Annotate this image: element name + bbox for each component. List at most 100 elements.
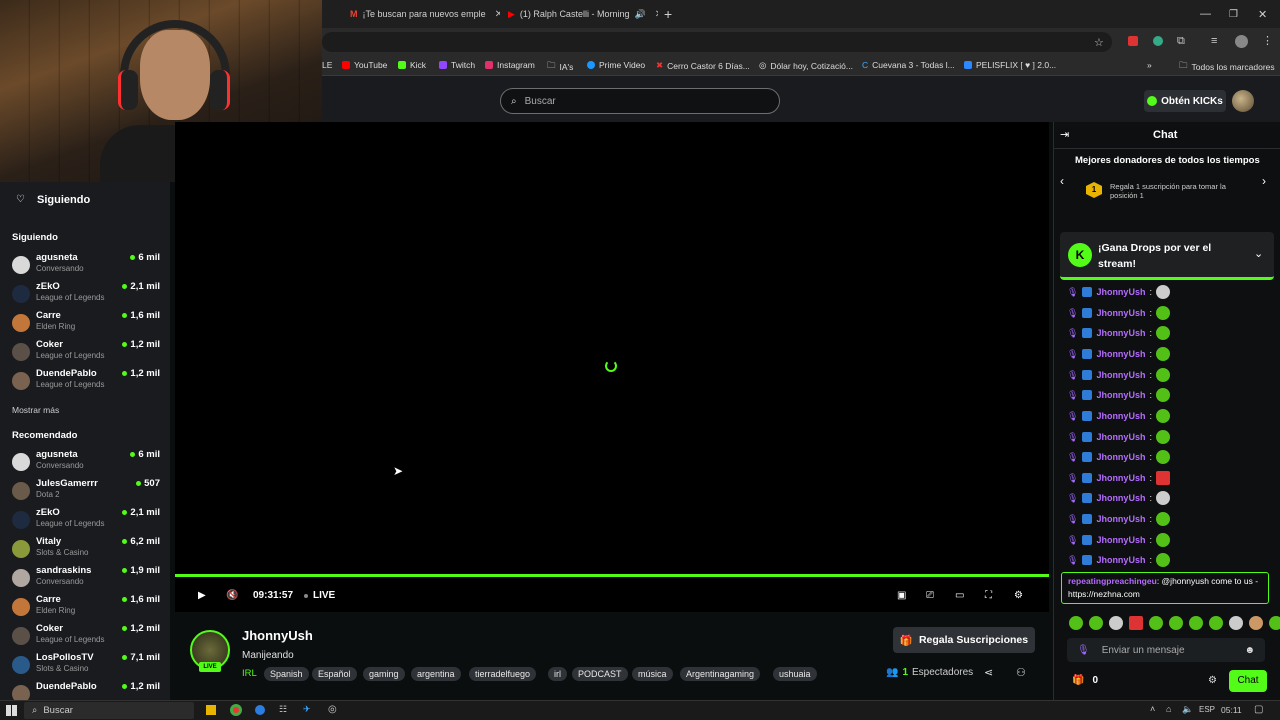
audio-icon[interactable]: 🔊: [634, 9, 645, 20]
chevron-left-icon[interactable]: ‹: [1060, 174, 1064, 188]
clock[interactable]: 05:11: [1221, 705, 1242, 715]
close-window-icon[interactable]: ✕: [1258, 4, 1267, 24]
sidebar-channel-agusneta[interactable]: agusneta Conversando 6 mil: [10, 252, 160, 280]
volume-icon[interactable]: 🔈: [1182, 704, 1193, 715]
tab-gmail[interactable]: M ¡Te buscan para nuevos emple ✕: [350, 4, 500, 24]
bookmark-cuevana[interactable]: C Cuevana 3 - Todas l...: [862, 60, 955, 70]
tag[interactable]: música: [632, 667, 673, 681]
app-icon[interactable]: ☷: [279, 704, 287, 715]
tag[interactable]: PODCAST: [572, 667, 628, 681]
bookmark-twitch[interactable]: Twitch: [439, 60, 475, 70]
emote[interactable]: [1269, 616, 1280, 630]
sidebar-channel-coker[interactable]: Coker League of Legends 1,2 mil: [10, 339, 160, 367]
app-icon[interactable]: ✈: [303, 704, 311, 715]
emote[interactable]: [1149, 616, 1163, 630]
maximize-icon[interactable]: ❐: [1229, 4, 1238, 24]
chat-settings-icon[interactable]: ⚙: [1208, 675, 1217, 686]
video-player[interactable]: ➤: [175, 122, 1049, 612]
get-kicks-button[interactable]: Obtén KICKs: [1144, 90, 1226, 112]
sidebar-channel-duendepablo[interactable]: DuendePablo League of Legends 1,2 mil: [10, 368, 160, 396]
minimize-icon[interactable]: —: [1200, 4, 1211, 24]
channel-name[interactable]: JhonnyUsh: [242, 628, 313, 643]
language-indicator[interactable]: ESP: [1199, 705, 1215, 714]
tag[interactable]: argentina: [411, 667, 461, 681]
sidebar-channel-carre[interactable]: Carre Elden Ring 1,6 mil: [10, 310, 160, 338]
emote[interactable]: [1089, 616, 1103, 630]
bookmark-youtube[interactable]: YouTube: [342, 60, 387, 70]
sidebar-channel-julesgamerrr[interactable]: JulesGamerrr Dota 2 507: [10, 478, 160, 506]
app-icon[interactable]: [255, 705, 265, 715]
chat-input[interactable]: 🎙 Enviar un mensaje ☻: [1067, 638, 1265, 662]
star-icon[interactable]: ☆: [1094, 36, 1104, 49]
sidebar-following-header[interactable]: Siguiendo: [37, 194, 90, 206]
chevron-right-icon[interactable]: ›: [1262, 174, 1266, 188]
tag[interactable]: gaming: [363, 667, 405, 681]
emote[interactable]: [1129, 616, 1143, 630]
sidebar-channel-agusneta[interactable]: agusneta Conversando 6 mil: [10, 449, 160, 477]
cast-icon[interactable]: ⎚: [926, 590, 934, 601]
bookmark-instagram[interactable]: Instagram: [485, 60, 535, 70]
bookmark-kick[interactable]: Kick: [398, 60, 426, 70]
reading-list-icon[interactable]: ≡: [1211, 35, 1217, 47]
tag[interactable]: Español: [312, 667, 357, 681]
sidebar-channel-zeko[interactable]: zEkO League of Legends 2,1 mil: [10, 507, 160, 535]
sidebar-channel-zeko[interactable]: zEkO League of Legends 2,1 mil: [10, 281, 160, 309]
send-chat-button[interactable]: Chat: [1229, 670, 1267, 692]
file-explorer-icon[interactable]: [206, 705, 216, 715]
sidebar-channel-coker[interactable]: Coker League of Legends 1,2 mil: [10, 623, 160, 651]
tab-youtube[interactable]: ▶ (1) Ralph Castelli - Morning 🔊 ✕: [508, 4, 658, 24]
user-avatar[interactable]: [1232, 90, 1254, 112]
follow-user-icon[interactable]: ⚇: [1016, 666, 1026, 679]
gift-icon[interactable]: 🎁: [1072, 675, 1084, 686]
emote[interactable]: [1169, 616, 1183, 630]
more-bookmarks-icon[interactable]: »: [1147, 60, 1152, 70]
bookmark-cerro-castor[interactable]: ✖ Cerro Castor 6 Días...: [656, 60, 750, 71]
collapse-chat-icon[interactable]: ⇥: [1060, 128, 1069, 141]
settings-icon[interactable]: ⚙: [1014, 590, 1023, 601]
emote[interactable]: [1189, 616, 1203, 630]
sidebar-channel-duendepablo[interactable]: DuendePablo 1,2 mil: [10, 681, 160, 701]
emote[interactable]: [1069, 616, 1083, 630]
tray-chevron-icon[interactable]: ˄: [1150, 704, 1155, 714]
tag[interactable]: tierradelfuego: [469, 667, 537, 681]
emote[interactable]: [1229, 616, 1243, 630]
app-icon[interactable]: ◎: [328, 704, 337, 715]
windows-start-icon[interactable]: [6, 705, 17, 716]
profile-avatar[interactable]: [1235, 35, 1248, 48]
chevron-down-icon[interactable]: ⌄: [1254, 247, 1263, 260]
progress-bar[interactable]: [175, 574, 1049, 577]
pdf-extension-icon[interactable]: [1128, 36, 1138, 46]
mute-icon[interactable]: 🔇: [226, 590, 238, 601]
play-icon[interactable]: ▶: [198, 590, 206, 601]
theater-mode-icon[interactable]: ▭: [955, 590, 964, 601]
emote[interactable]: [1109, 616, 1123, 630]
taskbar-search[interactable]: ⌕ Buscar: [24, 702, 194, 719]
fullscreen-icon[interactable]: ⛶: [985, 590, 992, 601]
menu-icon[interactable]: ⋮: [1262, 34, 1273, 47]
close-tab-icon[interactable]: ✕: [655, 9, 658, 20]
search-input[interactable]: ⌕ Buscar: [500, 88, 780, 114]
sidebar-channel-carre[interactable]: Carre Elden Ring 1,6 mil: [10, 594, 160, 622]
highlight-username[interactable]: repeatingpreachingeu: [1068, 576, 1157, 586]
emote[interactable]: [1209, 616, 1223, 630]
emoji-icon[interactable]: ☻: [1244, 645, 1255, 656]
tag[interactable]: ushuaia: [773, 667, 817, 681]
extensions-icon[interactable]: ⧉: [1177, 35, 1185, 48]
all-bookmarks[interactable]: 🗀 Todos los marcadores: [1179, 60, 1275, 74]
network-icon[interactable]: ⌂: [1166, 704, 1171, 714]
emote[interactable]: [1249, 616, 1263, 630]
share-icon[interactable]: ⋖: [984, 666, 993, 679]
tag[interactable]: irl: [548, 667, 567, 681]
bookmark-le[interactable]: LE: [322, 60, 332, 70]
bookmark-dolar[interactable]: ◎ Dólar hoy, Cotizació...: [759, 60, 853, 71]
tag[interactable]: Argentinagaming: [680, 667, 761, 681]
show-more-link[interactable]: Mostrar más: [12, 405, 59, 415]
category-link[interactable]: IRL: [242, 668, 257, 679]
gift-subs-button[interactable]: 🎁 Regala Suscripciones: [893, 627, 1035, 653]
bookmark-pelisflix[interactable]: PELISFLIX [ ♥ ] 2.0...: [964, 60, 1056, 70]
drops-banner[interactable]: K ¡Gana Drops por ver el stream! ⌄: [1060, 232, 1274, 280]
tag[interactable]: Spanish: [264, 667, 309, 681]
sidebar-channel-sandraskins[interactable]: sandraskins Conversando 1,9 mil: [10, 565, 160, 593]
bookmark-prime-video[interactable]: Prime Video: [587, 60, 645, 70]
bookmark-ias[interactable]: 🗀 IA's: [547, 60, 573, 74]
